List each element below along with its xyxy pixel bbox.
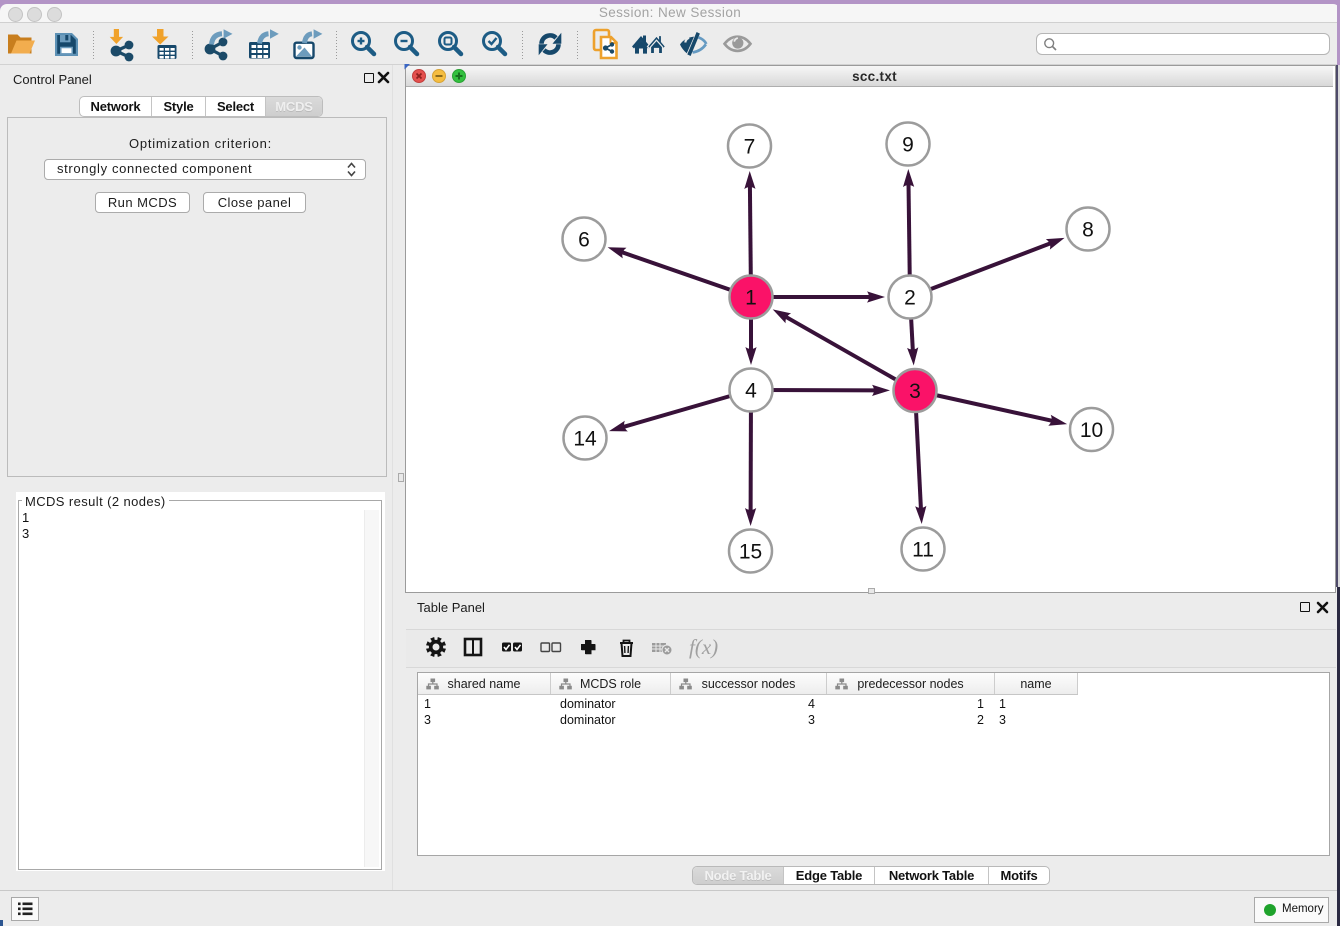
svg-text:15: 15 xyxy=(739,541,762,564)
svg-text:11: 11 xyxy=(912,539,934,562)
svg-text:f(x): f(x) xyxy=(689,635,718,659)
svg-text:10: 10 xyxy=(1080,419,1103,442)
svg-text:4: 4 xyxy=(745,380,757,403)
svg-text:3: 3 xyxy=(909,380,921,403)
svg-text:6: 6 xyxy=(578,229,590,252)
svg-text:14: 14 xyxy=(573,428,597,451)
svg-text:7: 7 xyxy=(744,136,756,159)
svg-text:2: 2 xyxy=(904,287,916,310)
svg-text:9: 9 xyxy=(902,134,914,157)
svg-text:1: 1 xyxy=(745,287,757,310)
svg-text:8: 8 xyxy=(1082,219,1094,242)
